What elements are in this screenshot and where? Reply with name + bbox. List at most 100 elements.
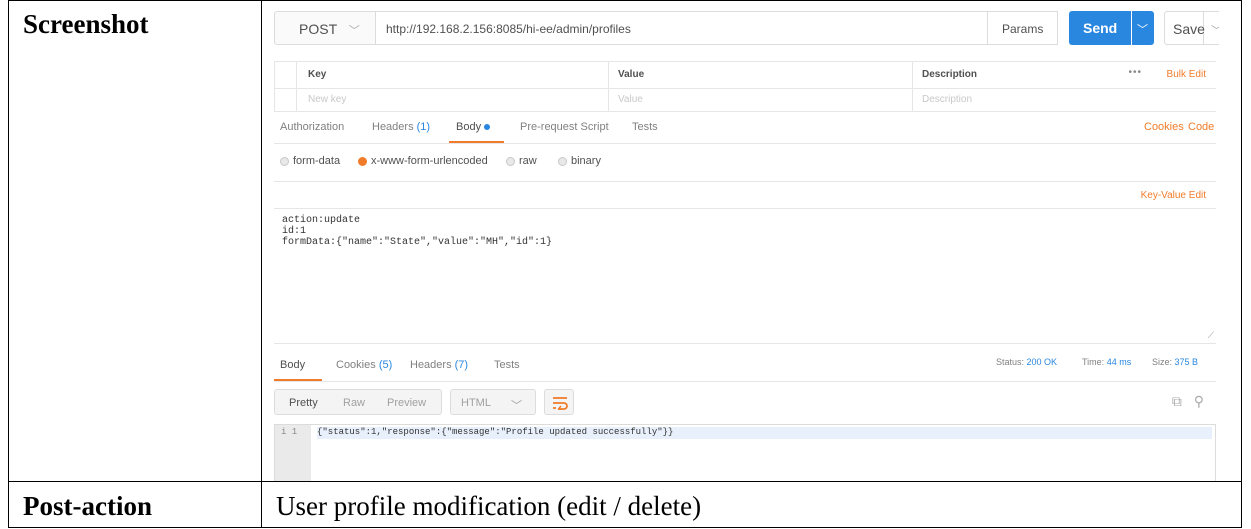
- post-action-label: Post-action: [23, 491, 152, 521]
- params-button[interactable]: Params: [988, 11, 1058, 45]
- bulk-edit-link[interactable]: Bulk Edit: [1167, 69, 1206, 80]
- status-value: 200 OK: [1026, 357, 1058, 367]
- params-new-row: [274, 87, 1216, 112]
- response-tools: ⧉ ⚲: [1172, 393, 1204, 410]
- tab-active-indicator: [449, 141, 504, 143]
- new-description-input[interactable]: Description: [922, 94, 972, 105]
- radio-icon: [280, 156, 289, 166]
- screenshot-label: Screenshot: [23, 9, 149, 39]
- time-label: Time:: [1082, 357, 1105, 367]
- save-button[interactable]: Save: [1164, 11, 1205, 45]
- params-table: Key Value Description ••• Bulk Edit New …: [274, 61, 1216, 112]
- chevron-down-icon: ﹀: [348, 25, 360, 37]
- cookies-link[interactable]: Cookies: [1144, 121, 1184, 133]
- status-readout: Status: 200 OK: [996, 357, 1057, 367]
- key-value-edit-link[interactable]: Key-Value Edit: [1141, 190, 1206, 201]
- request-tabs: Authorization Headers (1) Body Pre-reque…: [274, 113, 1216, 144]
- body-editor[interactable]: action:update id:1 formData:{"name":"Sta…: [274, 207, 1216, 344]
- params-label: Params: [1002, 22, 1044, 36]
- size-value: 375 B: [1174, 357, 1199, 367]
- url-bar: POST ﹀ http://192.168.2.156:8085/hi-ee/a…: [274, 11, 1219, 47]
- view-raw-button[interactable]: Raw: [343, 397, 365, 409]
- tab-active-indicator: [274, 379, 322, 381]
- params-header-row: [274, 61, 1216, 89]
- divider: [608, 61, 609, 111]
- time-readout: Time: 44 ms: [1082, 357, 1131, 367]
- tab-body[interactable]: Body: [456, 121, 491, 133]
- response-line: {"status":1,"response":{"message":"Profi…: [317, 427, 1212, 439]
- wrap-lines-button[interactable]: [544, 389, 574, 415]
- search-icon[interactable]: ⚲: [1194, 393, 1204, 409]
- code-link[interactable]: Code: [1188, 121, 1214, 133]
- description-column-header: Description: [922, 69, 978, 80]
- response-tab-cookies[interactable]: Cookies (5): [336, 359, 392, 371]
- response-tab-cookies-label: Cookies: [336, 359, 376, 371]
- radio-form-data-label: form-data: [293, 155, 341, 167]
- tab-headers[interactable]: Headers (1): [372, 121, 430, 133]
- tab-authorization[interactable]: Authorization: [280, 121, 344, 133]
- response-tab-headers[interactable]: Headers (7): [410, 359, 468, 371]
- size-label: Size:: [1152, 357, 1173, 367]
- format-select[interactable]: HTML ﹀: [450, 389, 536, 415]
- radio-icon: [506, 156, 515, 166]
- post-action-value: User profile modification (edit / delete…: [276, 491, 702, 521]
- view-pretty-button[interactable]: Pretty: [289, 397, 318, 409]
- screenshot-label-cell: Screenshot: [8, 0, 262, 482]
- resize-handle-icon[interactable]: ⟋: [1208, 331, 1214, 341]
- radio-urlencoded-label: x-www-form-urlencoded: [371, 155, 488, 167]
- postman-screenshot: POST ﹀ http://192.168.2.156:8085/hi-ee/a…: [262, 1, 1219, 481]
- tab-tests[interactable]: Tests: [632, 121, 658, 133]
- key-value-bar: Key-Value Edit: [274, 181, 1216, 209]
- size-readout: Size: 375 B: [1152, 357, 1198, 367]
- time-value: 44 ms: [1106, 357, 1132, 367]
- key-column-header: Key: [308, 69, 327, 80]
- view-mode-group: Pretty Raw Preview: [274, 389, 442, 415]
- send-dropdown-button[interactable]: ﹀: [1132, 11, 1154, 45]
- divider: [912, 61, 913, 111]
- body-line: action:update: [282, 215, 361, 226]
- new-key-input[interactable]: New key: [308, 94, 346, 105]
- chevron-down-icon: ﹀: [1211, 25, 1219, 37]
- body-line: formData:{"name":"State","value":"MH","i…: [282, 237, 553, 248]
- post-action-value-cell: User profile modification (edit / delete…: [261, 481, 1242, 528]
- response-toolbar: Pretty Raw Preview HTML ﹀ ⧉ ⚲: [274, 389, 1216, 419]
- response-tabs: Body Cookies (5) Headers (7) Tests Statu…: [274, 351, 1216, 382]
- url-input[interactable]: http://192.168.2.156:8085/hi-ee/admin/pr…: [376, 11, 988, 45]
- divider: [296, 61, 297, 111]
- response-tab-tests[interactable]: Tests: [494, 359, 520, 371]
- url-text: http://192.168.2.156:8085/hi-ee/admin/pr…: [386, 22, 631, 36]
- radio-icon: [558, 156, 567, 166]
- document-table: Screenshot POST ﹀ http://192.168.2.156:8…: [8, 0, 1242, 528]
- radio-form-data[interactable]: form-data: [280, 155, 340, 167]
- status-label: Status:: [996, 357, 1025, 367]
- radio-selected-icon: [358, 156, 367, 166]
- radio-raw[interactable]: raw: [506, 155, 537, 167]
- post-action-label-cell: Post-action: [8, 481, 262, 528]
- more-icon[interactable]: •••: [1128, 67, 1142, 78]
- body-line: id:1: [282, 226, 307, 237]
- radio-raw-label: raw: [519, 155, 537, 167]
- tab-headers-label: Headers: [372, 121, 414, 133]
- body-active-dot: [484, 124, 491, 131]
- tab-pre-request-script[interactable]: Pre-request Script: [520, 121, 609, 133]
- screenshot-cell: POST ﹀ http://192.168.2.156:8085/hi-ee/a…: [261, 0, 1242, 482]
- view-preview-button[interactable]: Preview: [387, 397, 426, 409]
- response-body[interactable]: i 1 {"status":1,"response":{"message":"P…: [274, 424, 1216, 481]
- value-column-header: Value: [618, 69, 645, 80]
- format-label: HTML: [461, 397, 491, 409]
- cookies-count: (5): [378, 359, 393, 371]
- copy-icon[interactable]: ⧉: [1172, 393, 1182, 409]
- radio-urlencoded[interactable]: x-www-form-urlencoded: [358, 155, 488, 167]
- save-dropdown-button[interactable]: ﹀: [1204, 11, 1219, 45]
- new-value-input[interactable]: Value: [618, 94, 643, 105]
- send-label: Send: [1083, 20, 1118, 36]
- chevron-down-icon: ﹀: [1137, 24, 1148, 36]
- response-headers-count: (7): [454, 359, 469, 371]
- body-mode-radios: form-data x-www-form-urlencoded raw bina…: [274, 151, 1216, 173]
- send-button[interactable]: Send: [1069, 11, 1131, 45]
- method-select[interactable]: POST ﹀: [274, 11, 376, 45]
- tab-body-label: Body: [456, 121, 482, 133]
- response-tab-body[interactable]: Body: [280, 359, 305, 371]
- method-label: POST: [299, 21, 337, 37]
- radio-binary[interactable]: binary: [558, 155, 601, 167]
